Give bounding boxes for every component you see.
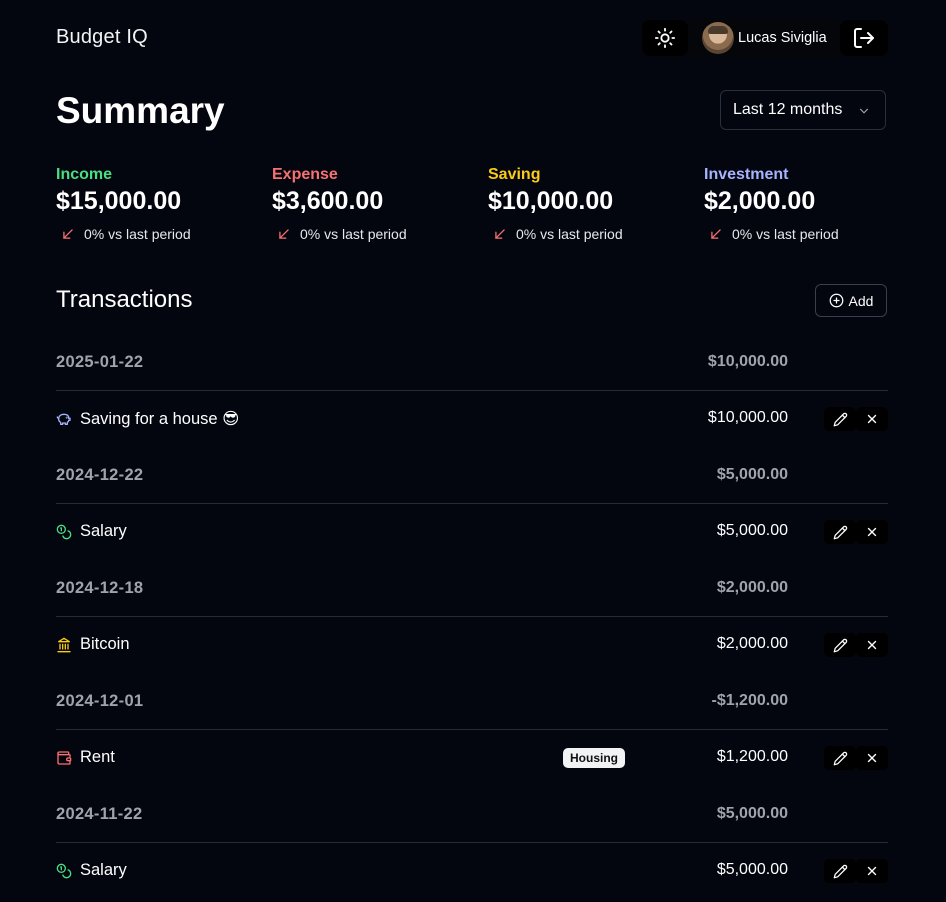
pencil-icon (833, 412, 847, 426)
stat-value: $10,000.00 (488, 187, 614, 215)
stat-value: $15,000.00 (56, 187, 182, 215)
pencil-icon (833, 525, 847, 539)
stat-label: Investment (704, 166, 789, 183)
group-date: 2024-12-22 (56, 466, 144, 484)
period-select-value: Last 12 months (733, 101, 843, 118)
date-group-header: 2024-12-18 $2,000.00 (56, 560, 888, 617)
trend-down-icon (495, 229, 505, 239)
transaction-row[interactable]: Salary $5,000.00 (56, 504, 888, 560)
piggy-bank-icon (56, 413, 71, 425)
group-total: $10,000.00 (707, 353, 788, 370)
transaction-row[interactable]: Saving for a house 😎 $10,000.00 (56, 391, 888, 447)
coins-icon (56, 863, 72, 879)
stat-change-text: 0% vs last period (84, 226, 191, 242)
transaction-amount: $5,000.00 (716, 522, 788, 539)
group-date: 2025-01-22 (56, 353, 144, 371)
stat-label: Income (56, 166, 113, 183)
transaction-name: Salary (80, 861, 127, 879)
group-total: $5,000.00 (716, 805, 788, 822)
stat-change: 0% vs last period (488, 226, 688, 242)
close-icon (867, 527, 877, 537)
stat-change-text: 0% vs last period (732, 226, 839, 242)
avatar (702, 22, 734, 54)
edit-button[interactable] (824, 746, 856, 770)
stat-income: Income $15,000.00 0% vs last period (56, 166, 256, 242)
add-button-label: Add (848, 292, 874, 309)
category-badge: Housing (563, 748, 625, 768)
edit-button[interactable] (824, 407, 856, 431)
top-bar: Budget IQ Lucas Siviglia (56, 18, 888, 58)
transaction-row[interactable]: Rent Housing $1,200.00 (56, 730, 888, 786)
stat-change-text: 0% vs last period (516, 226, 623, 242)
transaction-name: Rent (80, 748, 115, 766)
close-icon (867, 866, 877, 876)
close-icon (867, 414, 877, 424)
group-date: 2024-12-01 (56, 692, 144, 710)
stat-investment: Investment $2,000.00 0% vs last period (704, 166, 904, 242)
stat-expense: Expense $3,600.00 0% vs last period (272, 166, 472, 242)
transaction-name: Bitcoin (80, 635, 130, 653)
pencil-icon (833, 751, 847, 765)
period-select[interactable]: Last 12 months (720, 90, 886, 130)
transaction-row[interactable]: Bitcoin $2,000.00 (56, 617, 888, 673)
group-date: 2024-11-22 (56, 805, 143, 823)
trend-down-icon (63, 229, 73, 239)
add-transaction-button[interactable]: Add (815, 284, 887, 317)
stat-saving: Saving $10,000.00 0% vs last period (488, 166, 688, 242)
stat-value: $2,000.00 (704, 187, 816, 215)
transaction-amount: $2,000.00 (716, 635, 788, 652)
user-name: Lucas Siviglia (738, 30, 827, 46)
edit-button[interactable] (824, 633, 856, 657)
stat-change: 0% vs last period (272, 226, 472, 242)
group-total: $2,000.00 (716, 579, 788, 596)
sun-icon (654, 27, 676, 49)
pencil-icon (833, 864, 847, 878)
delete-button[interactable] (856, 520, 888, 544)
user-menu-button[interactable]: Lucas Siviglia (688, 18, 840, 58)
edit-button[interactable] (824, 520, 856, 544)
bank-icon (57, 637, 71, 653)
stat-label: Saving (488, 166, 541, 183)
transaction-row[interactable]: Salary $5,000.00 (56, 843, 888, 899)
transactions-list: 2025-01-22 $10,000.00 Saving for a house… (56, 334, 888, 899)
plus-circle-icon (829, 293, 843, 308)
transaction-amount: $1,200.00 (716, 748, 788, 765)
stat-label: Expense (272, 166, 338, 183)
date-group-header: 2024-12-01 -$1,200.00 (56, 673, 888, 730)
wallet-icon (57, 751, 72, 765)
group-date: 2024-12-18 (56, 579, 144, 597)
theme-toggle-button[interactable] (642, 20, 688, 56)
stat-value: $3,600.00 (272, 187, 384, 215)
group-total: -$1,200.00 (711, 692, 788, 709)
delete-button[interactable] (856, 407, 888, 431)
stat-change-text: 0% vs last period (300, 226, 407, 242)
close-icon (867, 640, 877, 650)
pencil-icon (833, 638, 847, 652)
app-title: Budget IQ (56, 26, 148, 48)
transaction-amount: $5,000.00 (716, 861, 788, 878)
log-out-icon (854, 28, 874, 48)
date-group-header: 2024-11-22 $5,000.00 (56, 786, 888, 843)
transaction-name: Saving for a house 😎 (80, 410, 240, 428)
logout-button[interactable] (840, 20, 888, 56)
transactions-title: Transactions (56, 286, 193, 313)
transaction-amount: $10,000.00 (707, 409, 788, 426)
close-icon (867, 753, 877, 763)
date-group-header: 2025-01-22 $10,000.00 (56, 334, 888, 391)
group-total: $5,000.00 (716, 466, 788, 483)
summary-stats: Income $15,000.00 0% vs last period Expe… (56, 166, 888, 256)
chevron-down-icon (859, 108, 869, 114)
transaction-name: Salary (80, 522, 127, 540)
trend-down-icon (711, 229, 721, 239)
coins-icon (56, 524, 72, 540)
delete-button[interactable] (856, 746, 888, 770)
date-group-header: 2024-12-22 $5,000.00 (56, 447, 888, 504)
stat-change: 0% vs last period (56, 226, 256, 242)
trend-down-icon (279, 229, 289, 239)
page-title: Summary (56, 90, 225, 131)
edit-button[interactable] (824, 859, 856, 883)
stat-change: 0% vs last period (704, 226, 904, 242)
delete-button[interactable] (856, 633, 888, 657)
delete-button[interactable] (856, 859, 888, 883)
